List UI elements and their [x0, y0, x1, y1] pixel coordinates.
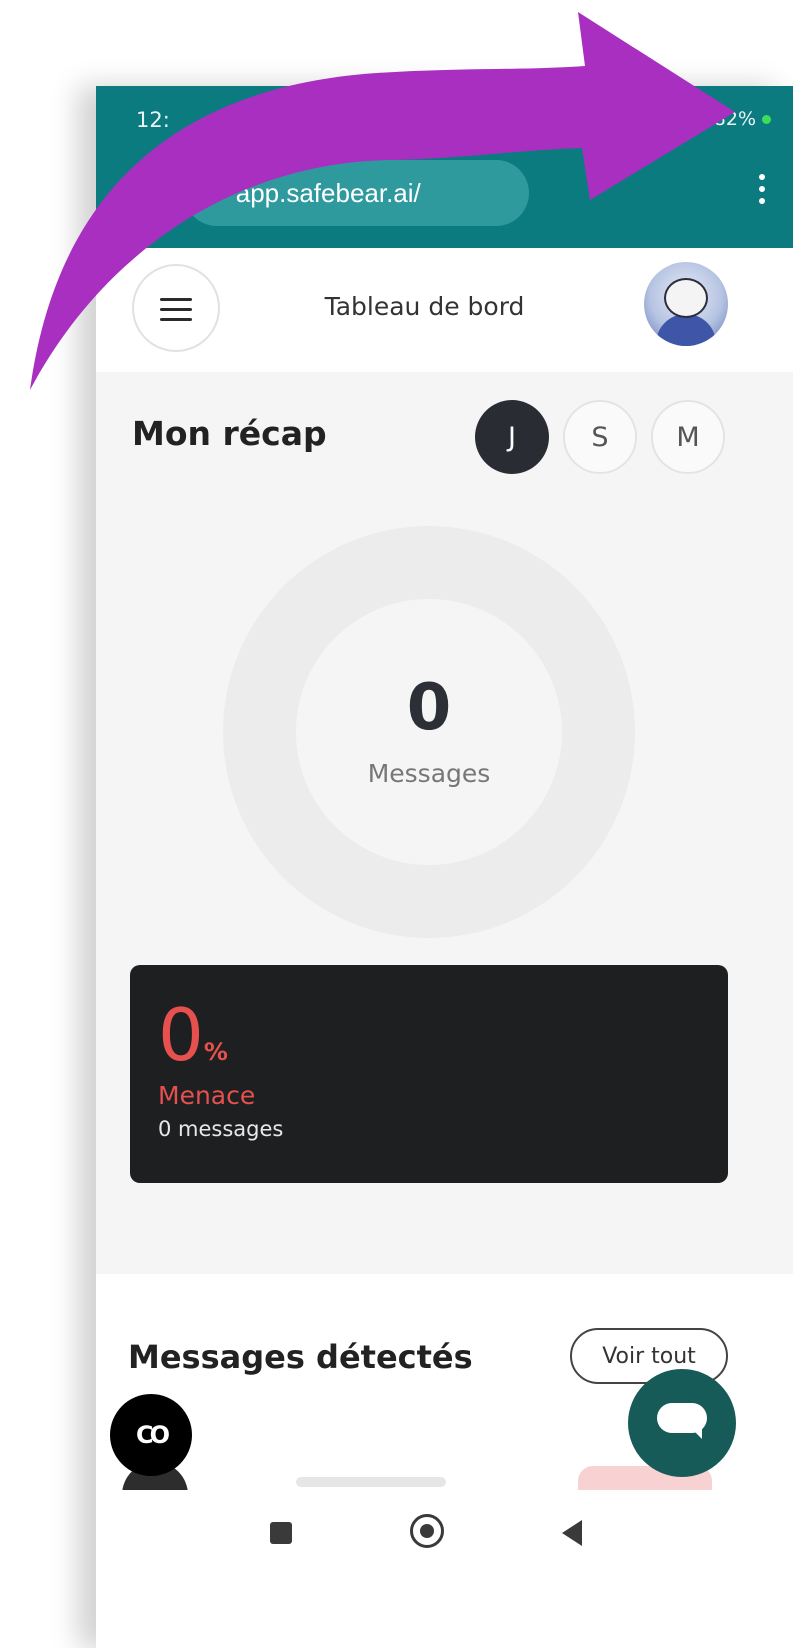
cookie-consent-button[interactable]: CO	[110, 1394, 192, 1476]
recents-icon[interactable]	[270, 1522, 292, 1544]
detected-messages-title: Messages détectés	[128, 1338, 473, 1376]
tab-icon[interactable]	[136, 182, 158, 204]
site-settings-icon[interactable]: ⚟	[204, 181, 224, 206]
messages-count: 0	[406, 671, 452, 745]
threat-label: Menace	[158, 1081, 256, 1110]
url-text[interactable]: app.safebear.ai/	[236, 178, 421, 209]
system-nav-bar	[96, 1490, 793, 1648]
status-time: 12:	[136, 108, 170, 132]
recap-title: Mon récap	[132, 414, 327, 453]
message-row-preview[interactable]	[296, 1477, 446, 1487]
more-vert-icon[interactable]	[759, 174, 767, 204]
browser-chrome: 12: 82% ⚟ app.safebear.ai/	[96, 86, 793, 248]
phone-screen: 12: 82% ⚟ app.safebear.ai/ Tableau de bo…	[96, 86, 793, 1648]
messages-donut-chart: 0 Messages	[223, 526, 635, 938]
period-day-button[interactable]: J	[475, 400, 549, 474]
privacy-dot-icon	[762, 114, 771, 124]
home-icon[interactable]	[410, 1514, 444, 1548]
url-bar[interactable]: ⚟ app.safebear.ai/	[184, 160, 529, 226]
threat-percent: 0%	[158, 993, 228, 1077]
period-week-button[interactable]: S	[563, 400, 637, 474]
battery-icon	[693, 109, 708, 129]
avatar[interactable]	[644, 262, 728, 346]
app-header: Tableau de bord	[96, 248, 793, 372]
messages-count-label: Messages	[367, 759, 491, 788]
status-indicators: 82%	[693, 108, 771, 130]
cookie-icon: CO	[135, 1421, 170, 1449]
threat-card[interactable]: 0% Menace 0 messages	[130, 965, 728, 1183]
battery-level: 82%	[713, 108, 756, 130]
threat-message-count: 0 messages	[158, 1117, 284, 1141]
chat-button[interactable]	[628, 1369, 736, 1477]
period-month-button[interactable]: M	[651, 400, 725, 474]
back-icon[interactable]	[562, 1520, 582, 1546]
